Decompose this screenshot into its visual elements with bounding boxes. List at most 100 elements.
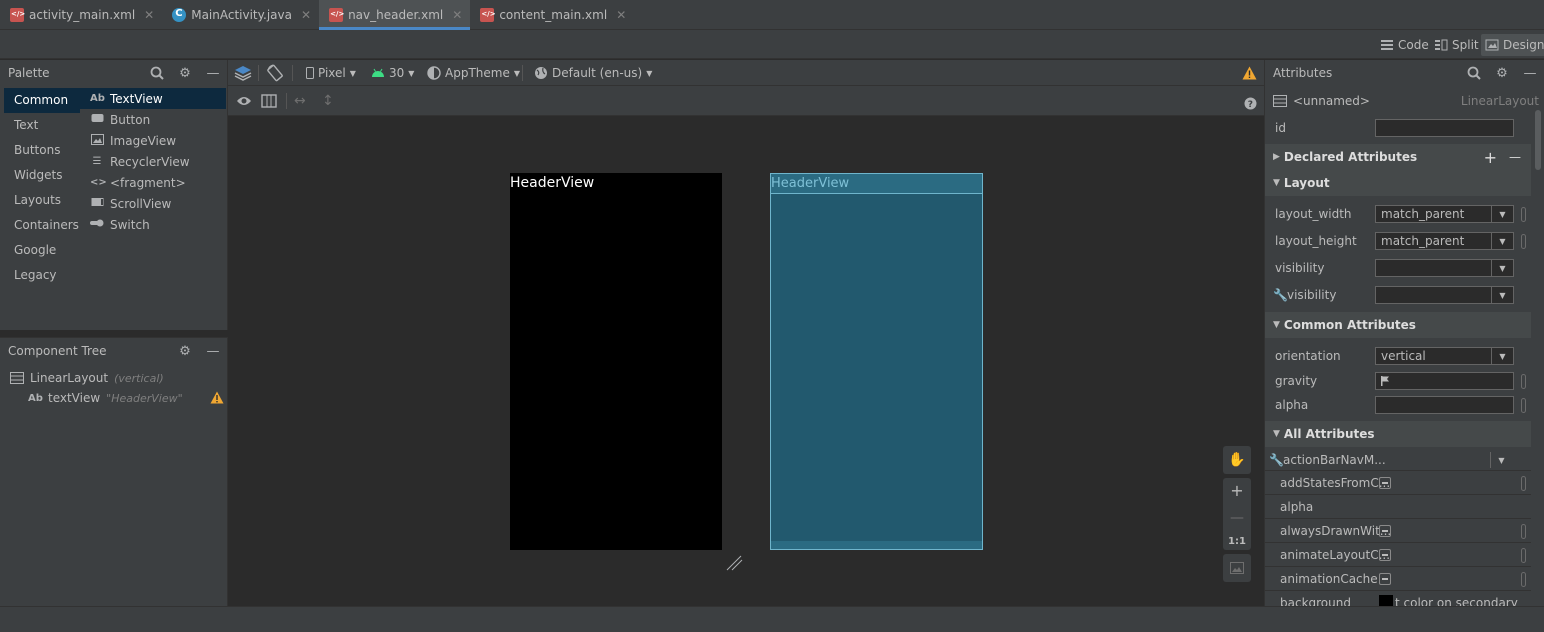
orientation-icon[interactable] (266, 64, 284, 82)
gear-icon[interactable]: ⚙ (1494, 65, 1510, 81)
resource-picker-handle[interactable] (1521, 524, 1526, 539)
help-icon[interactable]: ? (1244, 94, 1257, 112)
close-icon[interactable]: ✕ (616, 8, 626, 22)
widget-textview[interactable]: Ab TextView (80, 88, 226, 109)
gear-icon[interactable]: ⚙ (177, 343, 193, 359)
layout-width-select[interactable]: match_parent ▼ (1375, 205, 1514, 223)
locale-selector[interactable]: Default (en-us) ▼ (534, 64, 652, 82)
code-view-icon (1381, 40, 1393, 50)
category-text[interactable]: Text (4, 113, 80, 138)
headerview-text[interactable]: HeaderView (510, 175, 594, 191)
close-icon[interactable]: ✕ (301, 8, 311, 22)
tree-node-textview[interactable]: Ab textView "HeaderView" (28, 388, 224, 408)
zoom-actual-size-label[interactable]: 1:1 (1228, 536, 1246, 547)
warning-icon[interactable] (1242, 64, 1257, 82)
checkbox-indeterminate[interactable] (1379, 549, 1391, 561)
warning-icon[interactable] (210, 391, 224, 407)
minimize-icon[interactable]: — (205, 343, 221, 359)
resource-picker-handle[interactable] (1521, 476, 1526, 491)
remove-icon[interactable]: — (1509, 150, 1521, 164)
gear-icon[interactable]: ⚙ (177, 65, 193, 81)
id-input[interactable] (1375, 119, 1514, 137)
pan-hand-icon[interactable]: ✋ (1223, 446, 1251, 474)
blueprint-toggle-icon[interactable] (261, 92, 277, 110)
design-canvas[interactable]: HeaderView HeaderView ✋ + — 1:1 (228, 116, 1264, 606)
resource-picker-handle[interactable] (1521, 397, 1526, 413)
minimize-icon[interactable]: — (205, 65, 221, 81)
add-icon[interactable]: + (1484, 148, 1497, 167)
tab-nav-header[interactable]: nav_header.xml ✕ (319, 0, 471, 30)
checkbox-indeterminate[interactable] (1379, 573, 1391, 585)
zoom-to-fit-icon[interactable] (1223, 554, 1251, 582)
tab-main-activity[interactable]: MainActivity.java ✕ (162, 0, 319, 30)
category-legacy[interactable]: Legacy (4, 263, 80, 288)
zoom-out-icon[interactable]: — (1230, 510, 1244, 526)
chevron-down-icon[interactable]: ▼ (1490, 452, 1512, 468)
design-surface[interactable]: HeaderView (510, 173, 722, 550)
resize-handle-icon[interactable] (725, 552, 745, 572)
search-icon[interactable] (1466, 65, 1482, 81)
chevron-down-icon[interactable]: ▼ (1491, 348, 1513, 364)
category-layouts[interactable]: Layouts (4, 188, 80, 213)
widget-label: Switch (110, 217, 150, 232)
category-google[interactable]: Google (4, 238, 80, 263)
category-common[interactable]: Common (4, 88, 80, 113)
layout-height-select[interactable]: match_parent ▼ (1375, 232, 1514, 250)
alpha-input[interactable] (1375, 396, 1514, 414)
visibility-select[interactable]: ▼ (1375, 259, 1514, 277)
section-title: Declared Attributes (1283, 150, 1418, 164)
orientation-select[interactable]: vertical ▼ (1375, 347, 1514, 365)
eye-icon[interactable] (236, 92, 252, 110)
code-mode-button[interactable]: Code (1376, 34, 1433, 56)
widget-scrollview[interactable]: ScrollView (80, 193, 226, 214)
search-icon[interactable] (149, 65, 165, 81)
close-icon[interactable]: ✕ (452, 8, 462, 22)
category-buttons[interactable]: Buttons (4, 138, 80, 163)
chevron-down-icon[interactable]: ▼ (1491, 287, 1513, 303)
checkbox-indeterminate[interactable] (1379, 525, 1391, 537)
palette-categories: Common Text Buttons Widgets Layouts Cont… (4, 88, 80, 288)
resource-picker-handle[interactable] (1521, 373, 1526, 389)
design-mode-button[interactable]: Design (1481, 34, 1544, 56)
widget-imageview[interactable]: ImageView (80, 130, 226, 151)
category-widgets[interactable]: Widgets (4, 163, 80, 188)
resource-picker-handle[interactable] (1521, 206, 1526, 222)
all-attributes-section[interactable]: ▼ All Attributes (1265, 421, 1531, 447)
declared-attributes-section[interactable]: ▶ Declared Attributes + — (1265, 144, 1531, 170)
chevron-down-icon[interactable]: ▼ (1491, 206, 1513, 222)
tree-node-linearlayout[interactable]: LinearLayout (vertical) (10, 368, 164, 388)
layers-icon[interactable] (234, 64, 252, 82)
theme-selector[interactable]: AppTheme ▼ (427, 64, 520, 82)
layout-section[interactable]: ▼ Layout (1265, 170, 1531, 196)
color-swatch[interactable] (1379, 595, 1393, 606)
common-attributes-section[interactable]: ▼ Common Attributes (1265, 312, 1531, 338)
category-containers[interactable]: Containers (4, 213, 80, 238)
background-value[interactable]: t color on secondary (1395, 596, 1518, 606)
attr-label: animateLayoutC... (1280, 548, 1391, 562)
resource-picker-handle[interactable] (1521, 572, 1526, 587)
widget-fragment[interactable]: <> <fragment> (80, 172, 226, 193)
close-icon[interactable]: ✕ (144, 8, 154, 22)
device-selector[interactable]: Pixel ▼ (306, 64, 356, 82)
blueprint-textview[interactable]: HeaderView (771, 174, 982, 194)
chevron-down-icon[interactable]: ▼ (1491, 260, 1513, 276)
resource-picker-handle[interactable] (1521, 548, 1526, 563)
tools-visibility-select[interactable]: ▼ (1375, 286, 1514, 304)
zoom-in-icon[interactable]: + (1230, 481, 1243, 500)
widget-recyclerview[interactable]: ☰ RecyclerView (80, 151, 226, 172)
widget-switch[interactable]: Switch (80, 214, 226, 235)
split-mode-button[interactable]: Split (1430, 34, 1483, 56)
widget-label: ImageView (110, 133, 177, 148)
tab-activity-main[interactable]: activity_main.xml ✕ (0, 0, 162, 30)
gravity-flag-editor[interactable] (1375, 372, 1514, 390)
widget-button[interactable]: Button (80, 109, 226, 130)
api-selector[interactable]: 30 ▼ (371, 64, 414, 82)
editor-tab-bar: activity_main.xml ✕ MainActivity.java ✕ … (0, 0, 1544, 30)
blueprint-surface[interactable]: HeaderView (770, 173, 983, 550)
resource-picker-handle[interactable] (1521, 233, 1526, 249)
minimize-icon[interactable]: — (1522, 65, 1538, 81)
checkbox-indeterminate[interactable] (1379, 477, 1391, 489)
tab-content-main[interactable]: content_main.xml ✕ (470, 0, 634, 30)
chevron-down-icon[interactable]: ▼ (1491, 233, 1513, 249)
attributes-scrollbar[interactable] (1535, 110, 1541, 170)
